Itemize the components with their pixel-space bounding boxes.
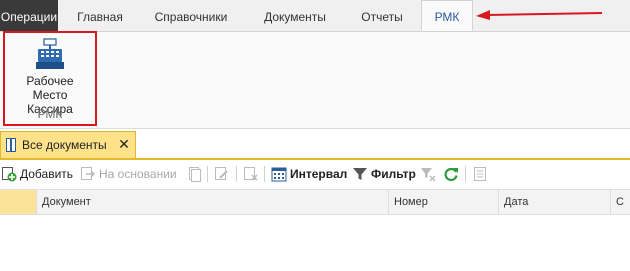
add-document-icon [2, 167, 17, 182]
filter-label: Фильтр [371, 167, 416, 181]
grid-body [0, 215, 630, 271]
edit-icon [215, 167, 228, 180]
delete-document-icon [244, 167, 258, 181]
based-on-icon [81, 167, 95, 180]
clear-filter-icon [421, 168, 436, 182]
report-icon [474, 167, 486, 181]
grid-select-all-cell[interactable] [0, 190, 36, 214]
grid-header: Документ Номер Дата С [0, 189, 630, 215]
toolbar-divider [465, 166, 466, 182]
tab-documents[interactable]: Документы [245, 0, 345, 31]
tab-rmk[interactable]: РМК [421, 0, 473, 31]
toolbar-divider [264, 166, 265, 182]
filter-icon [353, 168, 367, 180]
tab-operations[interactable]: Операции [0, 0, 58, 31]
tab-references[interactable]: Справочники [141, 0, 241, 31]
document-tab-strip: Все документы ✕ [0, 129, 630, 160]
cashier-workplace-button[interactable]: Рабочее Место Кассира [9, 36, 91, 116]
toolbar-divider [207, 166, 208, 182]
column-header-document[interactable]: Документ [36, 190, 388, 214]
column-header-date[interactable]: Дата [498, 190, 610, 214]
annotation-arrow-icon [476, 10, 603, 20]
based-on-label: На основании [99, 167, 177, 181]
interval-label: Интервал [290, 167, 348, 181]
cashier-workplace-label-line1: Рабочее [26, 74, 74, 88]
toolbar-divider [236, 166, 237, 182]
cash-register-icon [36, 38, 64, 69]
all-documents-label: Все документы [22, 138, 107, 152]
add-label: Добавить [20, 167, 74, 181]
tab-reports[interactable]: Отчеты [350, 0, 414, 31]
tab-home[interactable]: Главная [62, 0, 138, 31]
documents-tab-icon [6, 138, 16, 152]
column-header-number[interactable]: Номер [388, 190, 498, 214]
close-tab-icon[interactable]: ✕ [117, 136, 131, 153]
toolbar: Добавить На основании Интервал Фильтр [0, 162, 630, 186]
copy-icon [189, 167, 201, 182]
refresh-icon [444, 167, 458, 182]
calendar-icon [271, 167, 287, 182]
column-header-truncated[interactable]: С [610, 190, 630, 214]
tab-all-documents[interactable]: Все документы ✕ [0, 131, 136, 158]
ribbon-group-label: РМК [37, 107, 63, 121]
